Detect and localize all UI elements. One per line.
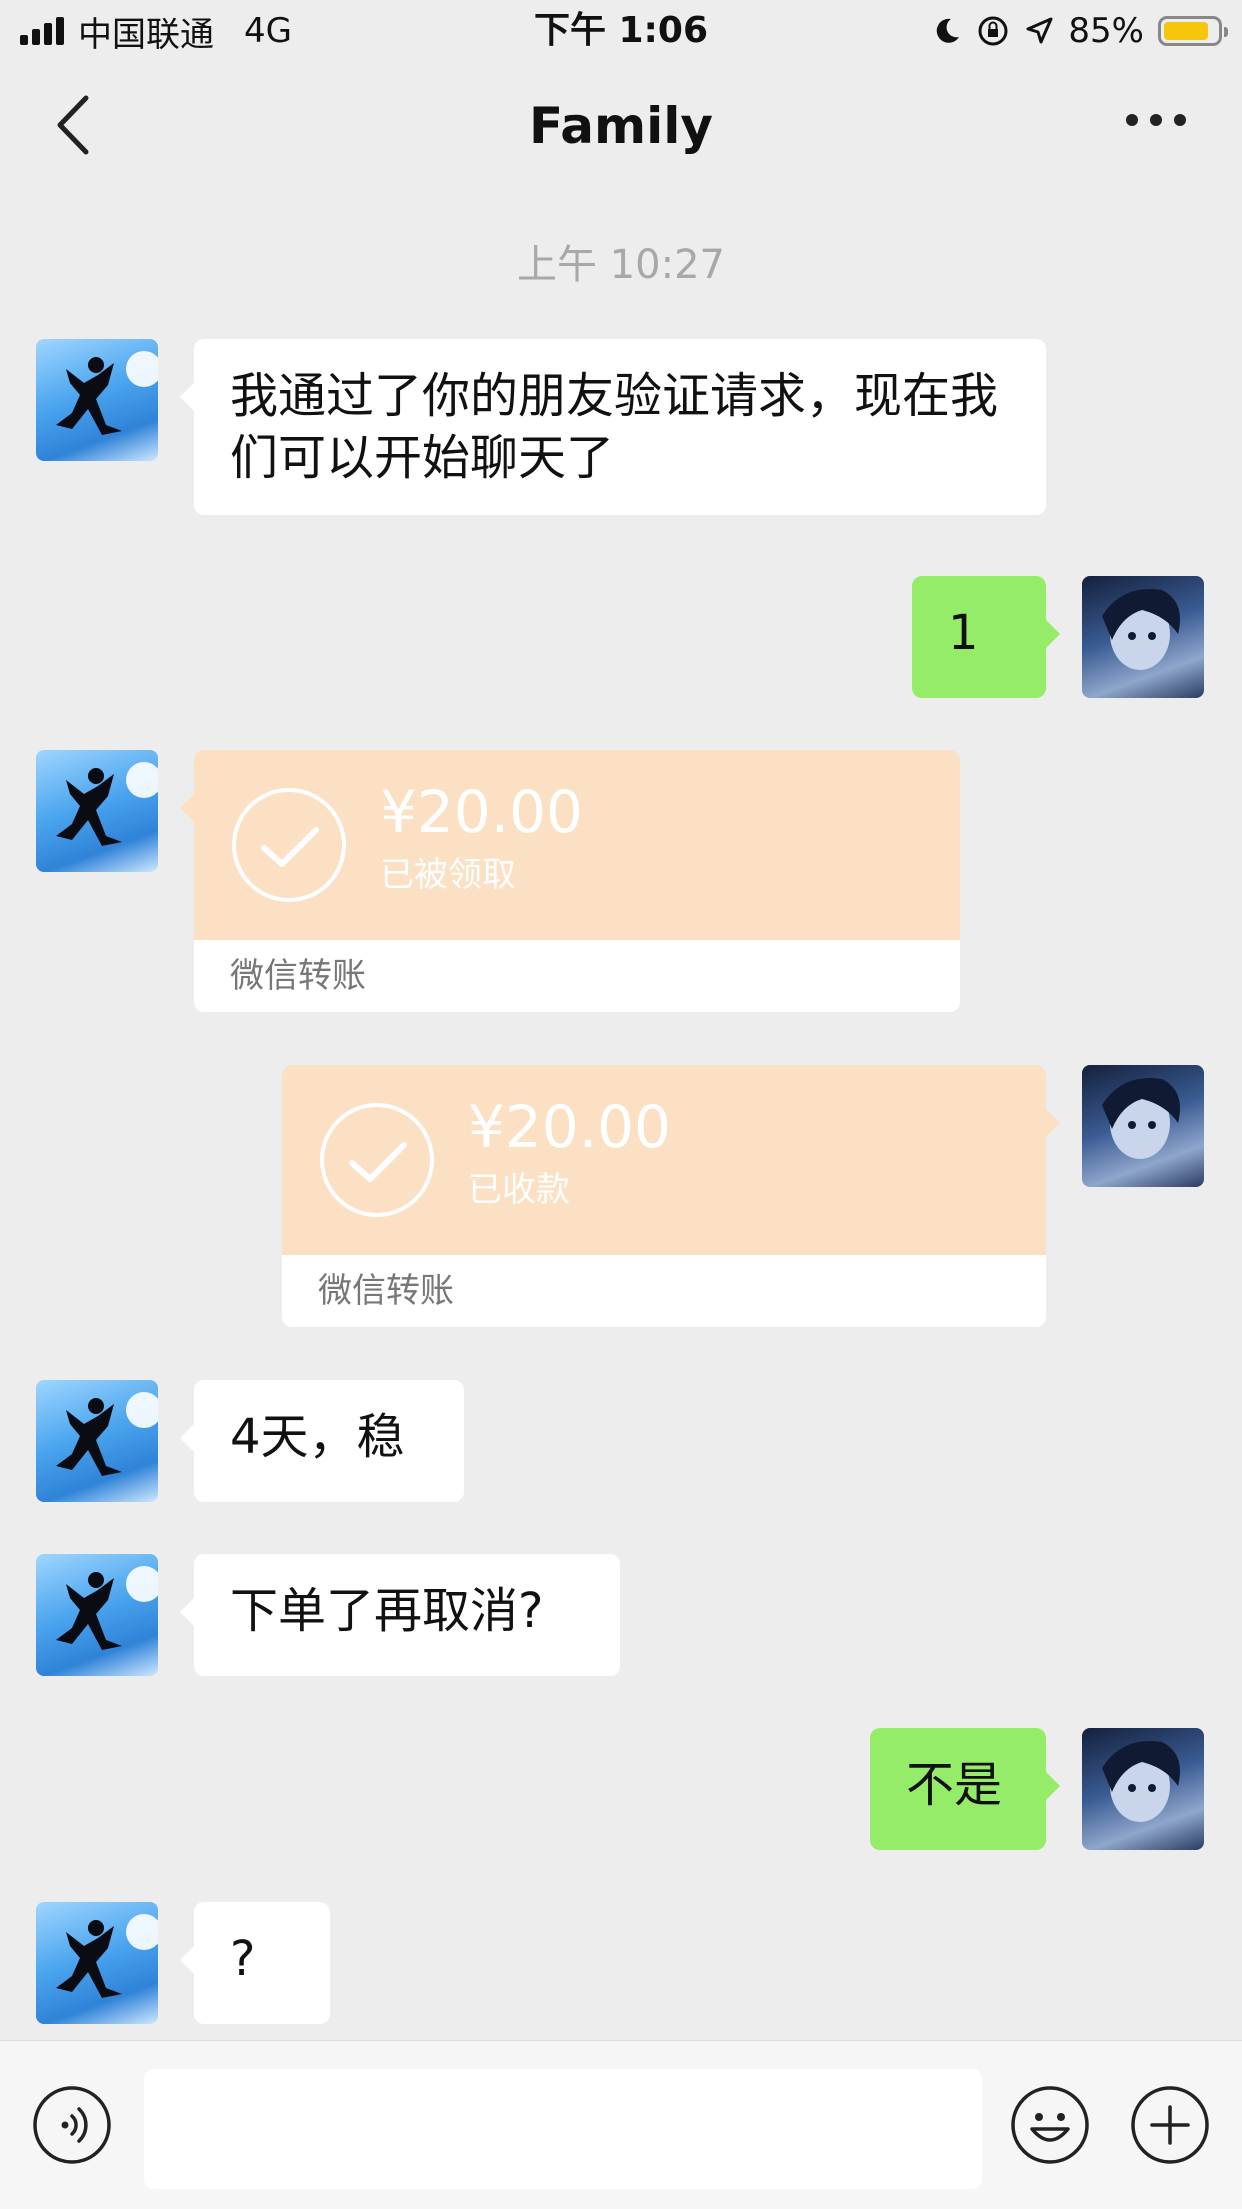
battery-fill — [1164, 22, 1208, 40]
nav-bar: Family — [0, 62, 1242, 192]
avatar[interactable] — [36, 750, 158, 872]
message-text: 1 — [948, 605, 979, 661]
message-bubble[interactable]: 下单了再取消? — [180, 1554, 620, 1676]
avatar[interactable] — [1082, 1728, 1204, 1850]
more-icon[interactable] — [1126, 114, 1186, 126]
message-bubble[interactable]: ? — [180, 1902, 330, 2024]
transfer-label: 微信转账 — [230, 956, 366, 996]
chat-timestamp: 上午 10:27 — [517, 242, 725, 288]
chat-title: Family — [529, 97, 713, 155]
avatar[interactable] — [36, 1902, 158, 2024]
plus-icon[interactable] — [1130, 2085, 1210, 2165]
moon-icon — [937, 18, 960, 43]
transfer-label: 微信转账 — [318, 1271, 454, 1311]
transfer-card[interactable]: ¥20.00 已收款 微信转账 — [282, 1065, 1060, 1327]
input-bar — [0, 2040, 1242, 2209]
avatar[interactable] — [36, 1554, 158, 1676]
transfer-status: 已收款 — [468, 1170, 570, 1210]
check-circle-icon — [232, 788, 346, 902]
emoji-icon[interactable] — [1010, 2085, 1090, 2165]
message-text: 不是 — [906, 1757, 1003, 1813]
message-input[interactable] — [144, 2069, 982, 2189]
battery-icon — [1158, 16, 1228, 46]
battery-percent: 85% — [1068, 11, 1144, 51]
message-text: 我通过了你的朋友验证请求，现在我们可以开始聊天了 — [230, 368, 999, 486]
avatar[interactable] — [1082, 576, 1204, 698]
status-bar: 中国联通 4G 下午 1:06 85% — [0, 0, 1242, 62]
avatar[interactable] — [36, 1380, 158, 1502]
avatar[interactable] — [36, 339, 158, 461]
message-text: 下单了再取消? — [230, 1583, 544, 1639]
check-circle-icon — [320, 1103, 434, 1217]
transfer-status: 已被领取 — [380, 855, 516, 895]
message-bubble[interactable]: 我通过了你的朋友验证请求，现在我们可以开始聊天了 — [180, 339, 1046, 515]
message-bubble[interactable]: 4天，稳 — [180, 1380, 464, 1502]
message-text: ? — [230, 1931, 256, 1987]
message-text: 4天，稳 — [230, 1409, 405, 1465]
transfer-amount: ¥20.00 — [380, 778, 583, 846]
location-icon — [1026, 17, 1053, 44]
message-bubble[interactable]: 1 — [912, 576, 1060, 698]
avatar[interactable] — [1082, 1065, 1204, 1187]
transfer-amount: ¥20.00 — [468, 1093, 671, 1161]
rotation-lock-icon — [978, 16, 1008, 46]
status-right: 85% — [932, 6, 1228, 56]
message-bubble[interactable]: 不是 — [870, 1728, 1060, 1850]
transfer-card[interactable]: ¥20.00 已被领取 微信转账 — [180, 750, 960, 1012]
voice-icon[interactable] — [32, 2085, 112, 2165]
